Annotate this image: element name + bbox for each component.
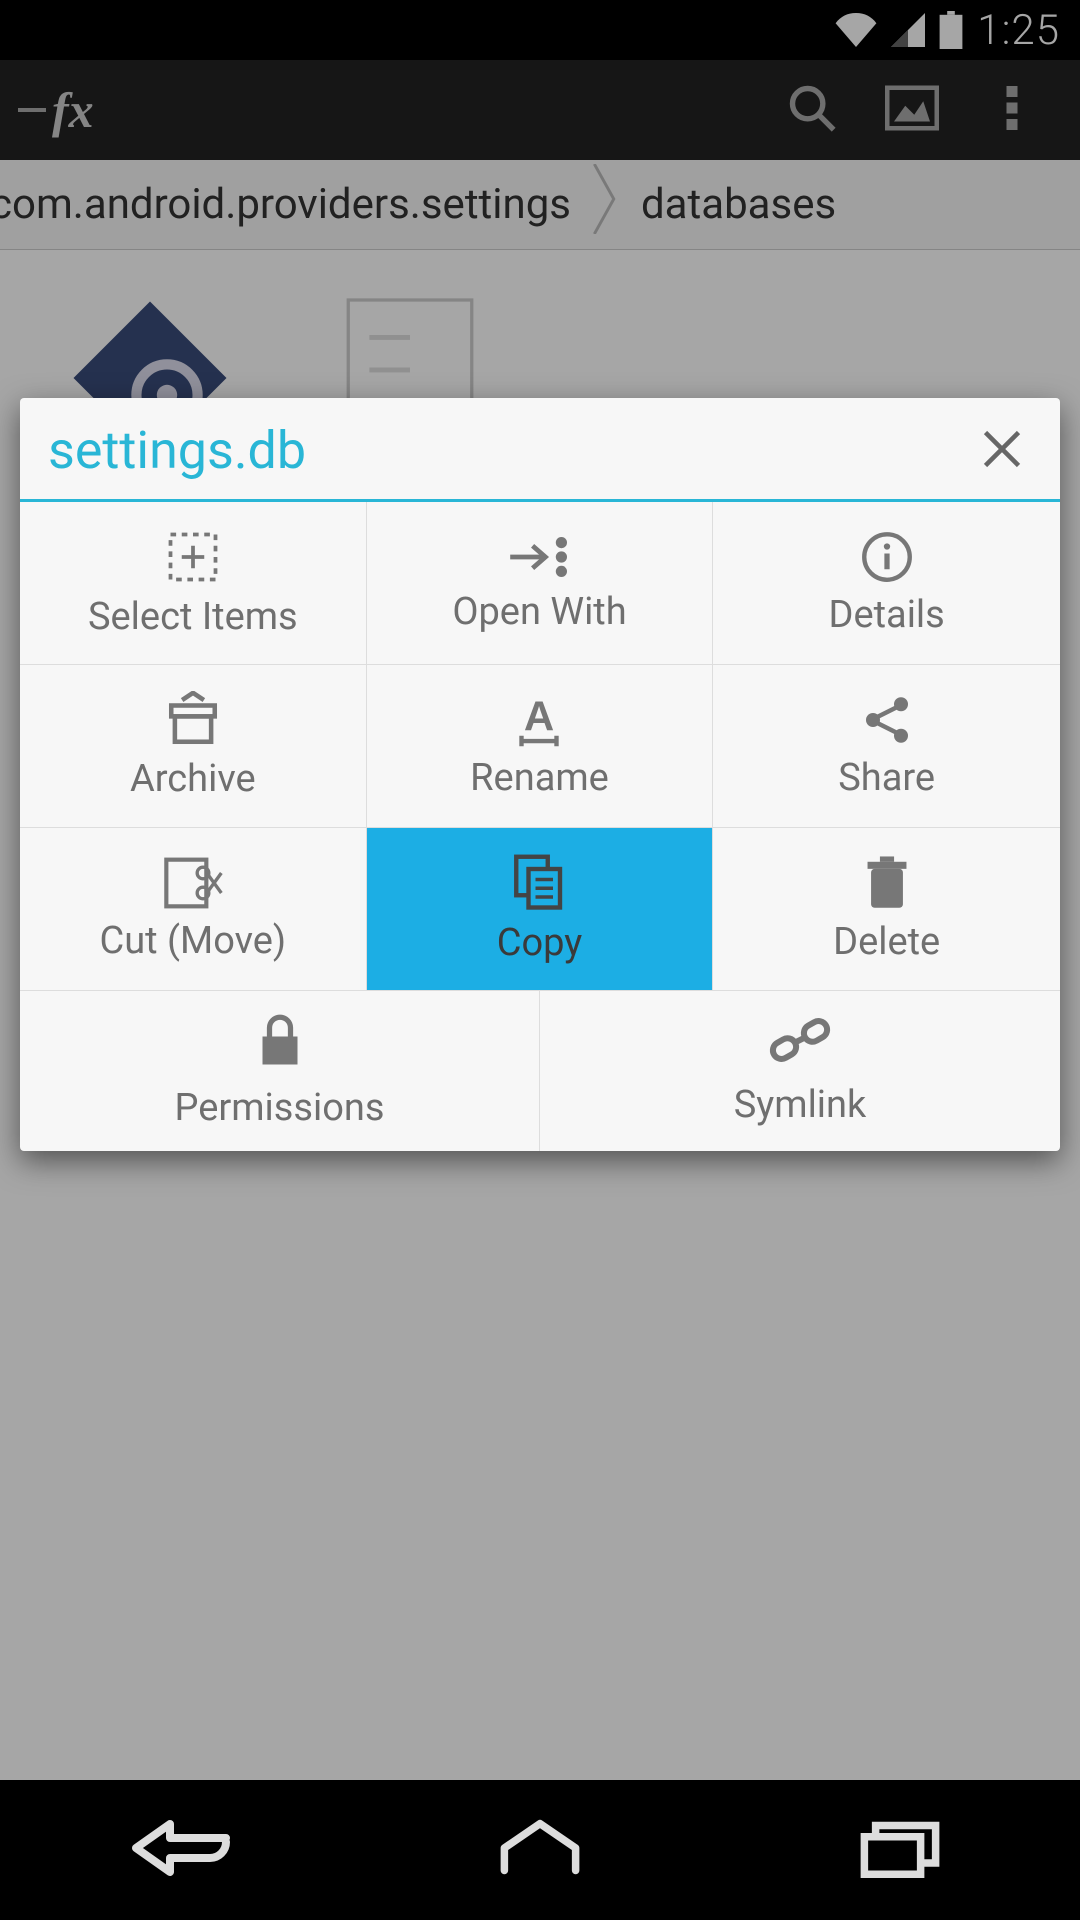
dialog-title: settings.db bbox=[48, 420, 306, 481]
action-share[interactable]: Share bbox=[713, 665, 1060, 828]
open-with-icon bbox=[507, 532, 571, 582]
action-permissions[interactable]: Permissions bbox=[20, 991, 540, 1151]
recents-icon bbox=[855, 1818, 945, 1882]
action-label: Symlink bbox=[734, 1083, 867, 1127]
link-icon bbox=[769, 1015, 831, 1075]
action-symlink[interactable]: Symlink bbox=[540, 991, 1060, 1151]
action-archive[interactable]: Archive bbox=[20, 665, 367, 828]
action-cut[interactable]: Cut (Move) bbox=[20, 828, 367, 991]
close-button[interactable] bbox=[972, 421, 1032, 481]
back-icon bbox=[130, 1818, 230, 1882]
action-label: Cut (Move) bbox=[99, 919, 286, 963]
copy-icon bbox=[511, 853, 567, 913]
close-icon bbox=[980, 427, 1024, 475]
action-open-with[interactable]: Open With bbox=[367, 502, 714, 665]
dialog-header: settings.db bbox=[20, 398, 1060, 502]
share-icon bbox=[859, 692, 915, 748]
action-label: Permissions bbox=[174, 1086, 384, 1130]
rename-icon: A bbox=[511, 692, 567, 748]
action-label: Archive bbox=[130, 757, 256, 801]
svg-text:A: A bbox=[524, 693, 554, 740]
action-delete[interactable]: Delete bbox=[713, 828, 1060, 991]
archive-icon bbox=[164, 691, 222, 749]
action-label: Share bbox=[838, 756, 935, 800]
action-rename[interactable]: A Rename bbox=[367, 665, 714, 828]
lock-icon bbox=[257, 1012, 303, 1078]
back-button[interactable] bbox=[90, 1810, 270, 1890]
cut-icon bbox=[163, 855, 223, 911]
trash-icon bbox=[864, 854, 910, 912]
action-grid-row2: Permissions Symlink bbox=[20, 991, 1060, 1151]
info-icon bbox=[859, 529, 915, 585]
action-copy[interactable]: Copy bbox=[367, 828, 714, 991]
action-label: Open With bbox=[452, 590, 626, 634]
action-details[interactable]: Details bbox=[713, 502, 1060, 665]
action-grid: Select Items Open With Details Archive bbox=[20, 502, 1060, 991]
system-nav-bar bbox=[0, 1780, 1080, 1920]
action-label: Rename bbox=[470, 756, 609, 800]
action-label: Delete bbox=[833, 920, 940, 964]
select-items-icon bbox=[163, 527, 223, 587]
home-button[interactable] bbox=[450, 1810, 630, 1890]
action-label: Copy bbox=[497, 921, 583, 965]
action-label: Select Items bbox=[88, 595, 298, 639]
action-label: Details bbox=[829, 593, 945, 637]
action-select-items[interactable]: Select Items bbox=[20, 502, 367, 665]
recents-button[interactable] bbox=[810, 1810, 990, 1890]
home-icon bbox=[495, 1818, 585, 1882]
screen: 1:25 fx com.android.providers.settings bbox=[0, 0, 1080, 1920]
context-menu-dialog: settings.db Select Items Open With bbox=[20, 398, 1060, 1151]
